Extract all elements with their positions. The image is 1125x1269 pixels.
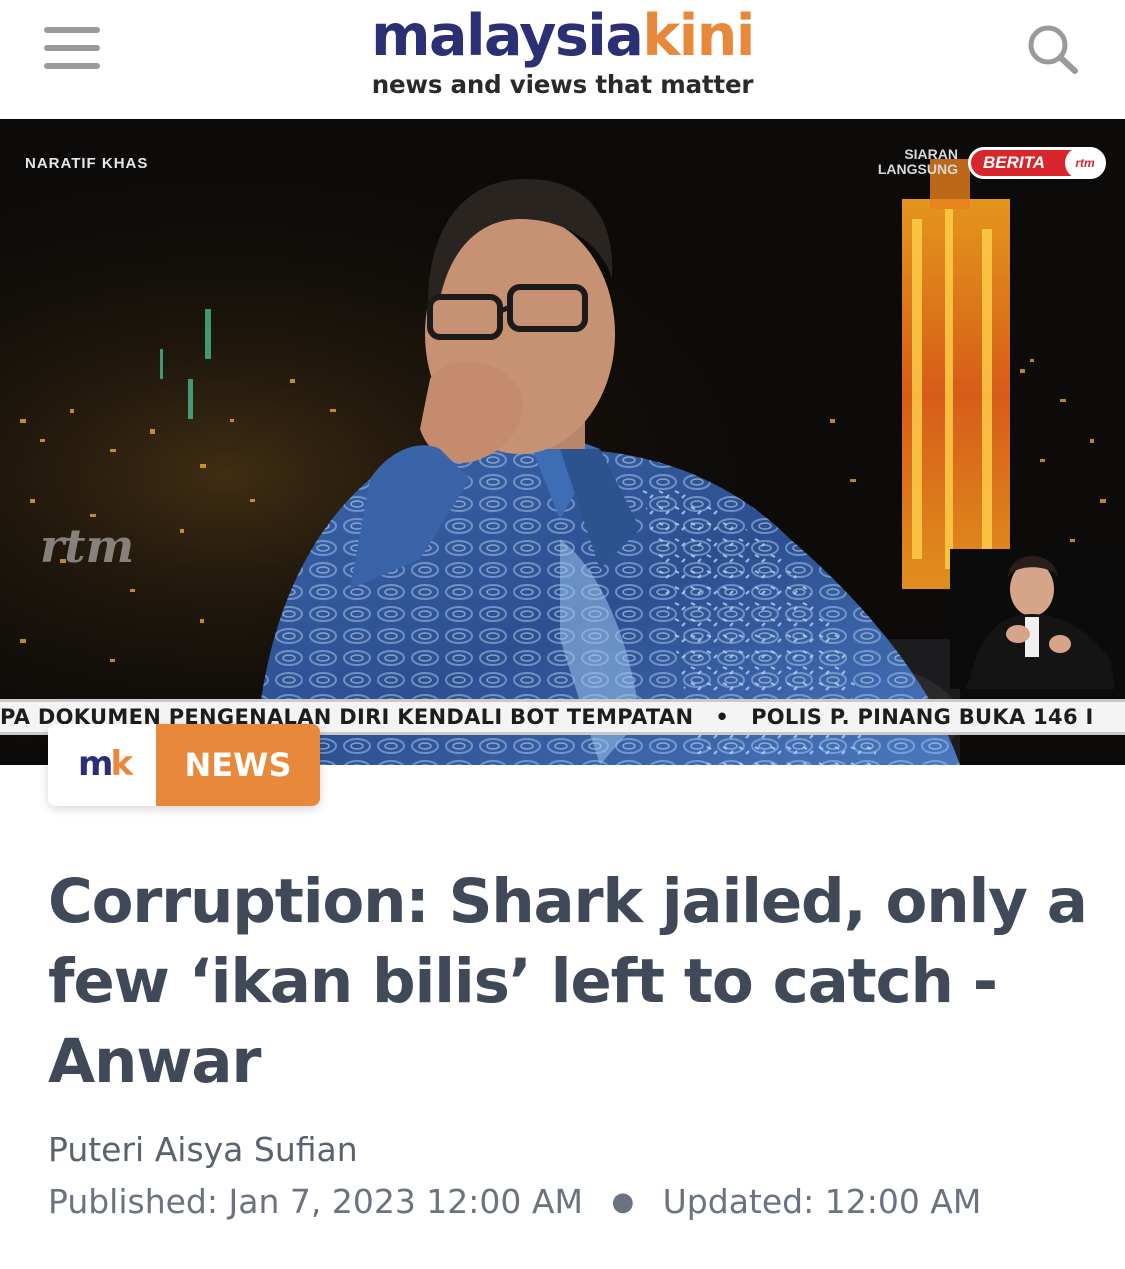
published-date: Jan 7, 2023 12:00 AM <box>228 1182 583 1221</box>
article-headline: Corruption: Shark jailed, only a few ‘ik… <box>48 866 1088 1097</box>
mk-logo: mk <box>48 724 156 806</box>
mk-logo-m: m <box>78 744 113 784</box>
site-logo[interactable]: malaysiakini news and views that matter <box>340 2 785 112</box>
meta-separator-icon: ● <box>611 1187 635 1217</box>
live-label: SIARAN LANGSUNG <box>877 146 958 177</box>
hero-photo-illustration <box>0 119 1125 765</box>
updated-time: 12:00 AM <box>824 1182 982 1221</box>
site-header: malaysiakini news and views that matter <box>0 0 1125 119</box>
hamburger-menu-icon[interactable] <box>44 27 100 69</box>
menu-bar <box>44 27 100 33</box>
section-badge: mk NEWS <box>48 724 320 806</box>
ticker-separator-icon: • <box>715 705 730 729</box>
channel-watermark: rtm <box>40 519 135 573</box>
channel-badge-label: BERITA <box>983 153 1046 172</box>
article-author[interactable]: Puteri Aisya Sufian <box>48 1130 358 1169</box>
search-icon[interactable] <box>1024 22 1082 76</box>
site-tagline: news and views that matter <box>371 70 754 99</box>
mk-logo-k: k <box>110 744 133 784</box>
published-label: Published: <box>48 1182 218 1221</box>
menu-bar <box>44 45 100 51</box>
logo-part-kini: kini <box>642 3 755 69</box>
mk-logo-mark: mk <box>78 744 133 784</box>
channel-logo: rtm <box>1065 147 1105 179</box>
article-hero-image[interactable]: NARATIF KHAS SIARAN LANGSUNG BERITA rtm … <box>0 119 1125 765</box>
ticker-item: POLIS P. PINANG BUKA 146 I <box>751 705 1094 729</box>
logo-part-malaysia: malaysia <box>371 3 644 69</box>
logo-wordmark: malaysiakini <box>340 2 785 70</box>
article-meta: Published: Jan 7, 2023 12:00 AM ● Update… <box>48 1182 981 1221</box>
section-tag-news[interactable]: NEWS <box>156 724 320 806</box>
channel-badge: BERITA rtm <box>968 147 1106 179</box>
updated-label: Updated: <box>662 1182 815 1221</box>
menu-bar <box>44 63 100 69</box>
program-label: NARATIF KHAS <box>25 155 149 172</box>
